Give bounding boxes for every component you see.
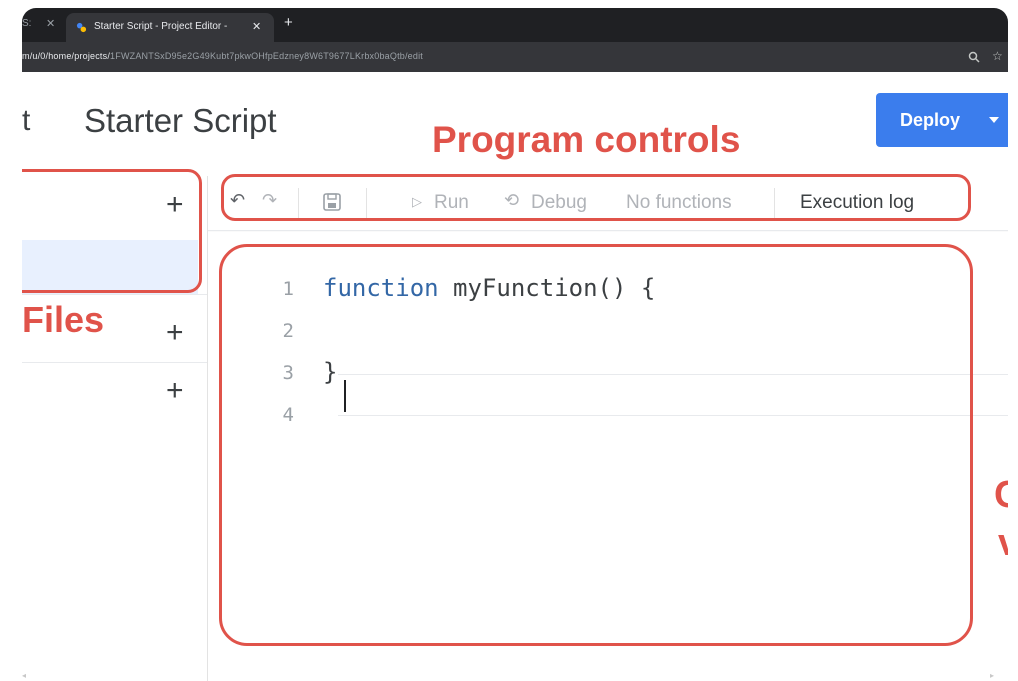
- tab-active[interactable]: Starter Script - Project Editor - ✕: [66, 13, 274, 42]
- annotation-box-code-editor: [219, 244, 973, 646]
- corner-mark: ◂: [22, 671, 27, 680]
- annotation-program-controls: Program controls: [432, 119, 741, 160]
- url-host: m/u/0/home/projects/: [22, 51, 111, 61]
- annotation-cut-off: v: [998, 522, 1008, 565]
- close-icon[interactable]: ✕: [46, 17, 55, 30]
- corner-mark: ▸: [990, 671, 995, 680]
- url-path: 1FWZANTSxD95e2G49Kubt7pkwOHfpEdzney8W6T9…: [110, 51, 423, 61]
- address-bar[interactable]: m/u/0/home/projects/1FWZANTSxD95e2G49Kub…: [22, 42, 1008, 72]
- project-title[interactable]: Starter Script: [84, 102, 277, 140]
- bookmark-star-icon[interactable]: ☆: [992, 49, 1003, 63]
- annotation-cut-off: C: [994, 474, 1008, 516]
- browser-window: S: ✕ Starter Script - Project Editor - ✕…: [22, 8, 1008, 681]
- add-service-icon[interactable]: +: [166, 376, 184, 406]
- divider: [22, 362, 208, 363]
- deploy-label: Deploy: [900, 110, 961, 130]
- zoom-icon[interactable]: [968, 51, 980, 63]
- new-tab-icon[interactable]: +: [284, 15, 293, 30]
- divider: [22, 294, 208, 295]
- tab-title: Starter Script - Project Editor -: [94, 21, 228, 32]
- chevron-down-icon[interactable]: [989, 117, 999, 123]
- app-name: t: [22, 104, 31, 137]
- url-text[interactable]: m/u/0/home/projects/1FWZANTSxD95e2G49Kub…: [22, 51, 423, 61]
- close-icon[interactable]: ✕: [252, 20, 261, 33]
- annotation-box-program-controls: [221, 174, 971, 221]
- add-library-icon[interactable]: +: [166, 318, 184, 348]
- annotation-files: Files: [22, 299, 105, 340]
- annotation-box-files: [22, 169, 202, 293]
- tab-strip: S: ✕ Starter Script - Project Editor - ✕…: [22, 8, 1008, 42]
- tab-previous[interactable]: S:: [22, 18, 31, 29]
- apps-script-favicon-icon: [76, 22, 87, 33]
- deploy-button[interactable]: Deploy: [876, 93, 1008, 147]
